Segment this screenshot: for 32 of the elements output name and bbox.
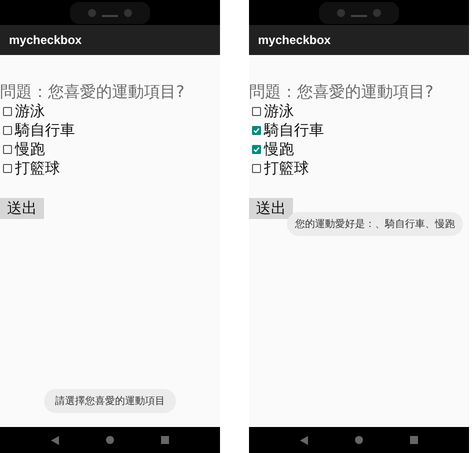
checkbox[interactable]: [252, 107, 261, 116]
option-label: 騎自行車: [15, 121, 75, 140]
recents-icon[interactable]: [160, 436, 169, 444]
camera-notch-icon: [70, 2, 150, 24]
option-label: 慢跑: [15, 140, 45, 159]
checkbox[interactable]: [252, 145, 261, 154]
option-label: 騎自行車: [264, 121, 324, 140]
recents-icon[interactable]: [410, 436, 418, 444]
option-label: 打籃球: [264, 159, 309, 178]
back-icon[interactable]: [300, 436, 308, 444]
checkbox[interactable]: [252, 126, 261, 135]
home-icon[interactable]: [106, 436, 114, 444]
option-label: 游泳: [264, 102, 294, 121]
app-title: mycheckbox: [9, 33, 82, 47]
checkbox[interactable]: [3, 126, 12, 135]
home-icon[interactable]: [354, 436, 363, 444]
option-label: 慢跑: [264, 140, 294, 159]
toast-message: 您的運動愛好是：、騎自行車、慢跑: [287, 212, 463, 236]
checkbox[interactable]: [252, 164, 261, 173]
app-title: mycheckbox: [258, 33, 331, 47]
camera-notch-icon: [319, 2, 399, 24]
checkbox[interactable]: [3, 145, 12, 154]
submit-button[interactable]: 送出: [249, 198, 293, 219]
question-text: 問題：您喜愛的運動項目?: [0, 82, 186, 101]
checkbox[interactable]: [3, 107, 12, 116]
checkbox[interactable]: [3, 164, 12, 173]
submit-button[interactable]: 送出: [0, 198, 44, 219]
option-label: 打籃球: [15, 159, 60, 178]
toast-message: 請選擇您喜愛的運動項目: [44, 389, 176, 413]
option-label: 游泳: [15, 102, 45, 121]
question-text: 問題：您喜愛的運動項目?: [249, 82, 434, 101]
back-icon[interactable]: [51, 436, 60, 444]
